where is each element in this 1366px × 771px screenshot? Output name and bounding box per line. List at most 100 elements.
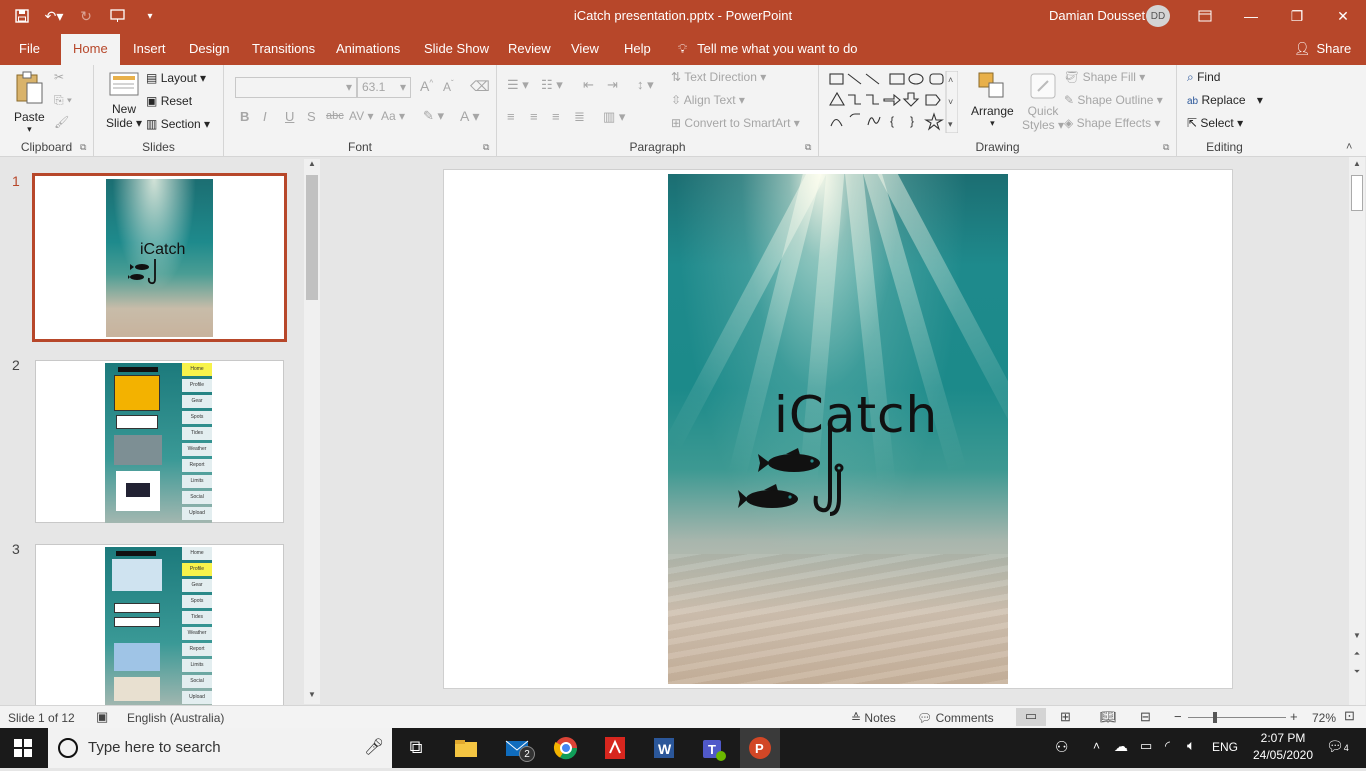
change-case-button[interactable]: Aa ▾	[381, 109, 405, 123]
bold-button[interactable]: B	[240, 109, 249, 124]
shape-fill-button[interactable]: 🪣︎ Shape Fill ▾	[1064, 70, 1145, 84]
copy-icon[interactable]: ⎘ ▾	[54, 93, 72, 108]
tab-file[interactable]: File	[19, 41, 40, 56]
tab-help[interactable]: Help	[624, 41, 651, 56]
align-text-button[interactable]: ⇳ Align Text ▾	[671, 93, 745, 107]
current-slide[interactable]: iCatch	[443, 169, 1233, 689]
bullets-icon[interactable]: ☰ ▾	[507, 77, 529, 93]
zoom-slider[interactable]	[1188, 717, 1286, 718]
task-view-icon[interactable]: ⧉	[402, 734, 430, 762]
select-button[interactable]: ⇱ Select ▾	[1187, 116, 1243, 130]
comments-button[interactable]: 💬︎ Comments	[917, 711, 994, 725]
notifications-icon[interactable]: 💬︎4	[1326, 738, 1349, 755]
tab-transitions[interactable]: Transitions	[252, 41, 315, 56]
avatar[interactable]: DD	[1146, 5, 1170, 27]
arrange-button[interactable]: Arrange ▾	[971, 71, 1014, 129]
tab-home[interactable]: Home	[61, 34, 120, 65]
collapse-ribbon-icon[interactable]: ˄	[1346, 141, 1352, 153]
next-slide-icon[interactable]: ⏷	[1349, 667, 1365, 681]
font-family-select[interactable]: ▾	[235, 77, 357, 98]
previous-slide-icon[interactable]: ⏶	[1349, 649, 1365, 663]
scroll-thumb[interactable]	[1351, 175, 1363, 211]
convert-smartart-button[interactable]: ⊞ Convert to SmartArt ▾	[671, 116, 800, 130]
underline-button[interactable]: U	[285, 109, 294, 124]
fit-to-window-icon[interactable]: ⊡	[1344, 708, 1355, 724]
quick-styles-button[interactable]: Quick Styles ▾	[1022, 71, 1064, 132]
shape-effects-button[interactable]: ◈ Shape Effects ▾	[1064, 116, 1160, 130]
normal-view-icon[interactable]: ▭	[1016, 708, 1046, 726]
show-hidden-icons-icon[interactable]: ˄	[1093, 739, 1100, 753]
scroll-down-icon[interactable]: ▼	[304, 690, 320, 704]
tab-review[interactable]: Review	[508, 41, 551, 56]
slide-show-icon[interactable]: ⊟	[1140, 709, 1151, 725]
italic-button[interactable]: I	[263, 109, 267, 124]
battery-icon[interactable]: ▭	[1140, 738, 1152, 754]
shapes-gallery[interactable]: {} ˄ ˅ ▾	[828, 71, 958, 133]
zoom-level[interactable]: 72%	[1312, 711, 1336, 725]
user-name[interactable]: Damian Dousset	[1049, 8, 1145, 23]
format-painter-icon[interactable]: 🖌︎	[54, 115, 69, 129]
line-spacing-icon[interactable]: ↕ ▾	[637, 77, 654, 93]
share-button[interactable]: 👤︎ Share	[1294, 41, 1351, 57]
powerpoint-icon[interactable]: P	[740, 728, 780, 768]
replace-button[interactable]: ab Replace ▾	[1187, 93, 1263, 107]
slide-scrollbar[interactable]: ▲ ▼ ⏶ ⏷	[1349, 157, 1365, 705]
tell-me-box[interactable]: 💡︎ Tell me what you want to do	[678, 41, 858, 57]
slide-thumbnail-2[interactable]: Home Profile Gear Spots Tides Weather Report Li…	[35, 360, 284, 523]
zoom-in-icon[interactable]: +	[1290, 709, 1298, 724]
wifi-icon[interactable]: ◜	[1165, 738, 1170, 754]
scroll-up-icon[interactable]: ▲	[304, 159, 320, 173]
tab-view[interactable]: View	[571, 41, 599, 56]
reset-button[interactable]: ▣ Reset	[146, 94, 192, 108]
volume-icon[interactable]: 🔈︎	[1187, 737, 1195, 754]
people-icon[interactable]: ⚇	[1055, 738, 1068, 756]
paste-button[interactable]: Paste ▾	[14, 71, 45, 135]
tab-slide-show[interactable]: Slide Show	[424, 41, 489, 56]
chrome-icon[interactable]	[552, 734, 580, 762]
language-indicator[interactable]: English (Australia)	[127, 711, 224, 725]
ribbon-display-options-icon[interactable]	[1182, 0, 1228, 32]
input-language[interactable]: ENG	[1212, 740, 1238, 754]
minimize-icon[interactable]: —	[1228, 0, 1274, 32]
clear-formatting-icon[interactable]: ⌫	[470, 78, 490, 95]
shadow-button[interactable]: S	[307, 109, 316, 124]
thumbnail-scrollbar[interactable]: ▲ ▼	[304, 159, 320, 704]
mail-icon[interactable]: 2	[503, 734, 535, 762]
microphone-icon[interactable]: 🎤︎	[364, 737, 384, 757]
spellcheck-icon[interactable]: ▣	[96, 709, 108, 725]
cut-icon[interactable]: ✂	[54, 70, 64, 84]
word-icon[interactable]: W	[650, 734, 678, 762]
grow-font-icon[interactable]: A^	[420, 78, 433, 94]
columns-icon[interactable]: ▥ ▾	[603, 109, 625, 125]
align-center-icon[interactable]: ≡	[530, 109, 538, 124]
zoom-out-icon[interactable]: −	[1174, 709, 1182, 724]
new-slide-button[interactable]: New Slide ▾	[106, 71, 142, 130]
slide-thumbnail-3[interactable]: Home Profile Gear Spots Tides Weather Report Li…	[35, 544, 284, 707]
dialog-launcher-icon[interactable]: ⧉	[1163, 142, 1169, 153]
file-explorer-icon[interactable]	[452, 734, 480, 762]
increase-indent-icon[interactable]: ⇥	[607, 77, 618, 93]
shrink-font-icon[interactable]: Aˇ	[443, 79, 454, 94]
text-direction-button[interactable]: ⇅ Text Direction ▾	[671, 70, 766, 84]
notes-button[interactable]: ≙ Notes	[851, 711, 896, 725]
tab-design[interactable]: Design	[189, 41, 229, 56]
close-icon[interactable]: ✕	[1320, 0, 1366, 32]
decrease-indent-icon[interactable]: ⇤	[583, 77, 594, 93]
dialog-launcher-icon[interactable]: ⧉	[483, 142, 489, 153]
clock[interactable]: 2:07 PM 24/05/2020	[1250, 731, 1316, 762]
scroll-thumb[interactable]	[306, 175, 318, 300]
align-right-icon[interactable]: ≡	[552, 109, 560, 124]
scroll-down-icon[interactable]: ▼	[1349, 631, 1365, 645]
scroll-up-icon[interactable]: ▲	[1349, 159, 1365, 173]
character-spacing-button[interactable]: AV ▾	[349, 109, 373, 123]
restore-icon[interactable]: ❐	[1274, 0, 1320, 32]
justify-icon[interactable]: ≣	[574, 109, 585, 125]
font-color-button[interactable]: A ▾	[460, 108, 480, 125]
tab-animations[interactable]: Animations	[336, 41, 400, 56]
acrobat-icon[interactable]	[601, 734, 629, 762]
teams-icon[interactable]: T	[699, 734, 727, 762]
section-button[interactable]: ▥ Section ▾	[146, 117, 210, 131]
windows-start-icon[interactable]	[14, 739, 32, 760]
shape-outline-button[interactable]: ✎ Shape Outline ▾	[1064, 93, 1163, 107]
onedrive-icon[interactable]: ☁	[1114, 738, 1128, 755]
